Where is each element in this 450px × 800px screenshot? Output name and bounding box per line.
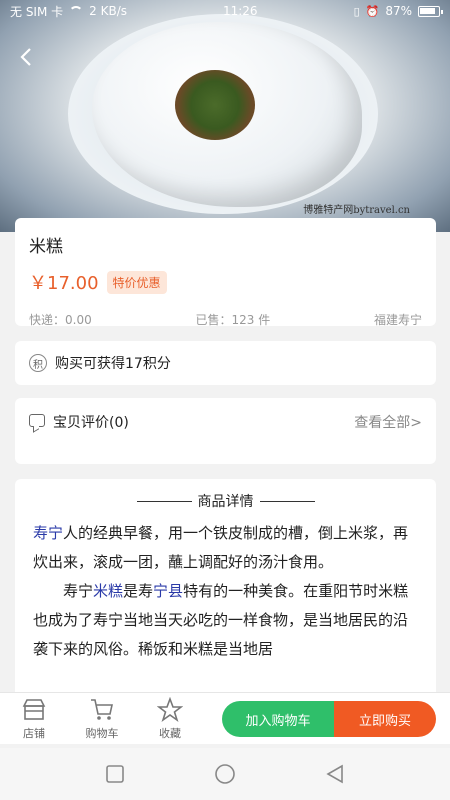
comment-icon (29, 414, 45, 427)
home-icon[interactable] (214, 763, 236, 785)
cart-icon (91, 698, 113, 720)
favorite-button[interactable]: 收藏 (136, 696, 204, 741)
review-label: 宝贝评价(0) (53, 415, 129, 431)
vibrate-icon: ▯ (353, 4, 360, 18)
points-card: 积 购买可获得17积分 (15, 341, 436, 385)
product-title: 米糕 (29, 237, 63, 257)
garnish-shape (175, 70, 255, 140)
cart-button[interactable]: 购物车 (68, 697, 136, 741)
product-detail-card: 商品详情 寿宁人的经典早餐，用一个铁皮制成的槽，倒上米浆，再炊出来，滚成一团，蘸… (15, 479, 436, 709)
detail-heading: 商品详情 (33, 491, 418, 511)
paragraph-text: 是寿 (123, 582, 154, 600)
points-text: 购买可获得17积分 (55, 356, 171, 372)
carrier-text: 无 SIM 卡 (10, 4, 64, 19)
buy-now-button[interactable]: 立即购买 (334, 701, 436, 737)
alarm-icon: ⏰ (365, 4, 380, 18)
heading-divider-left (136, 500, 192, 502)
origin-location: 福建寿宁 (373, 313, 422, 327)
keyword-link[interactable]: 宁县 (153, 582, 183, 600)
paragraph-text: 寿宁 (63, 582, 94, 600)
back-nav-icon[interactable] (324, 763, 346, 785)
star-icon (157, 696, 183, 722)
recent-apps-icon[interactable] (104, 763, 126, 785)
detail-paragraph-1: 寿宁人的经典早餐，用一个铁皮制成的槽，倒上米浆，再炊出来，滚成一团，蘸上调配好的… (33, 519, 418, 577)
product-price: ￥17.00 (29, 273, 99, 294)
keyword-link[interactable]: 米糕 (93, 582, 123, 600)
add-to-cart-button[interactable]: 加入购物车 (222, 701, 334, 737)
wifi-icon (69, 6, 84, 16)
view-all-reviews-link[interactable]: 查看全部> (354, 412, 422, 450)
store-button[interactable]: 店铺 (0, 697, 68, 741)
cart-label: 购物车 (85, 726, 119, 740)
review-card: 宝贝评价(0) 查看全部> (15, 398, 436, 464)
points-icon: 积 (29, 354, 47, 372)
battery-icon (418, 5, 443, 17)
bottom-action-bar: 店铺 购物车 收藏 加入购物车 立即购买 (0, 692, 450, 744)
store-icon (22, 698, 46, 720)
detail-heading-text: 商品详情 (197, 494, 254, 510)
paragraph-text: 人的经典早餐，用一个铁皮制成的槽，倒上米浆，再炊出来，滚成一团，蘸上调配好的汤汁… (33, 524, 409, 571)
product-info-card: 米糕 ￥17.00 特价优惠 快递：0.00 已售：123 件 福建寿宁 (15, 218, 436, 327)
status-bar: 无 SIM 卡 2 KB/s 11:26 ▯ ⏰ 87% (0, 0, 450, 22)
network-speed: 2 KB/s (89, 4, 127, 18)
detail-paragraph-2: 寿宁米糕是寿宁县特有的一种美食。在重阳节时米糕也成为了寿宁当地当天必吃的一样食物… (33, 577, 418, 664)
shipping-fee: 快递：0.00 (29, 313, 92, 327)
product-image: 博雅特产网bytravel.cn (0, 0, 450, 232)
heading-divider-right (259, 500, 315, 502)
system-nav-bar (0, 748, 450, 800)
back-button[interactable] (12, 42, 42, 72)
image-watermark: 博雅特产网bytravel.cn (303, 205, 410, 216)
store-label: 店铺 (23, 726, 45, 740)
chevron-left-icon (20, 48, 31, 66)
battery-percent: 87% (385, 4, 412, 18)
favorite-label: 收藏 (159, 726, 181, 740)
clock: 11:26 (222, 4, 258, 18)
keyword-link[interactable]: 寿宁 (33, 524, 63, 542)
promo-badge: 特价优惠 (106, 270, 167, 294)
sold-count: 已售：123 件 (195, 313, 271, 327)
